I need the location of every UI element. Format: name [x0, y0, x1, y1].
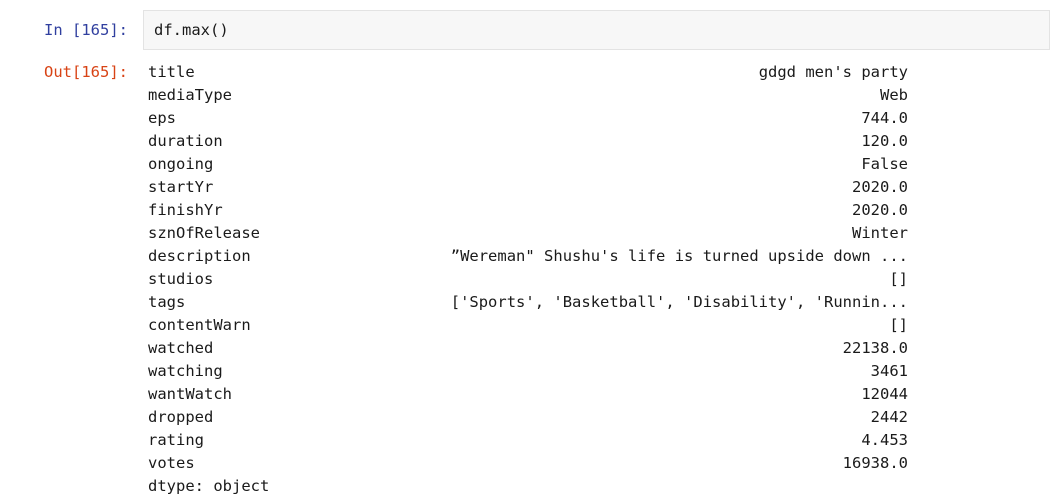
series-index-label: mediaType [148, 86, 232, 104]
series-index-label: watched [148, 339, 214, 357]
series-value: [] [889, 316, 908, 334]
series-row: duration 120.0 [148, 130, 908, 153]
series-value: ”Wereman" Shushu's life is turned upside… [450, 247, 908, 265]
series-row: votes 16938.0 [148, 452, 908, 475]
series-row: ongoing False [148, 153, 908, 176]
series-value: 22138.0 [842, 339, 908, 357]
series-index-label: eps [148, 109, 176, 127]
series-value: gdgd men's party [758, 63, 908, 81]
series-index-label: duration [148, 132, 223, 150]
series-rows-container: title gdgd men's party mediaType Web eps 744.… [148, 61, 908, 475]
series-value: 2020.0 [852, 178, 908, 196]
series-row: finishYr 2020.0 [148, 199, 908, 222]
series-value: Web [880, 86, 908, 104]
series-index-label: contentWarn [148, 316, 251, 334]
series-index-label: sznOfRelease [148, 224, 260, 242]
series-value: 3461 [870, 362, 908, 380]
series-row: tags ['Sports', 'Basketball', 'Disability… [148, 291, 908, 314]
series-row: dropped 2442 [148, 406, 908, 429]
series-value: 744.0 [861, 109, 908, 127]
series-index-label: finishYr [148, 201, 223, 219]
series-index-label: dropped [148, 408, 214, 426]
series-value: 16938.0 [842, 454, 908, 472]
series-value: [] [889, 270, 908, 288]
series-index-label: ongoing [148, 155, 214, 173]
code-cell-input[interactable]: In [165]: df.max() [0, 10, 1050, 50]
series-index-label: studios [148, 270, 214, 288]
series-value: Winter [852, 224, 908, 242]
series-row: startYr 2020.0 [148, 176, 908, 199]
series-value: 4.453 [861, 431, 908, 449]
jupyter-notebook-cell: In [165]: df.max() Out[165]: title gdgd m… [0, 0, 1050, 502]
series-row: wantWatch 12044 [148, 383, 908, 406]
series-row: eps 744.0 [148, 107, 908, 130]
series-row: mediaType Web [148, 84, 908, 107]
series-value: 2442 [870, 408, 908, 426]
code-editor-area[interactable]: df.max() [143, 10, 1050, 50]
series-value: 2020.0 [852, 201, 908, 219]
pandas-series-output: title gdgd men's party mediaType Web eps 744.… [148, 61, 908, 498]
series-index-label: tags [148, 293, 186, 311]
series-index-label: title [148, 63, 195, 81]
series-value: 12044 [861, 385, 908, 403]
series-row: watched 22138.0 [148, 337, 908, 360]
output-prompt-label: Out[165]: [44, 63, 128, 81]
code-text[interactable]: df.max() [154, 11, 229, 49]
series-index-label: watching [148, 362, 223, 380]
series-row: description ”Wereman" Shushu's life is tu… [148, 245, 908, 268]
series-row: studios [] [148, 268, 908, 291]
series-row: sznOfRelease Winter [148, 222, 908, 245]
series-index-label: description [148, 247, 251, 265]
series-index-label: votes [148, 454, 195, 472]
series-index-label: rating [148, 431, 204, 449]
series-row: rating 4.453 [148, 429, 908, 452]
series-index-label: wantWatch [148, 385, 232, 403]
series-row: watching 3461 [148, 360, 908, 383]
series-dtype-line: dtype: object [148, 477, 270, 495]
series-row: contentWarn [] [148, 314, 908, 337]
series-index-label: startYr [148, 178, 214, 196]
series-value: False [861, 155, 908, 173]
series-value: ['Sports', 'Basketball', 'Disability', '… [450, 293, 908, 311]
series-value: 120.0 [861, 132, 908, 150]
input-prompt-label: In [165]: [44, 21, 128, 39]
series-row: title gdgd men's party [148, 61, 908, 84]
